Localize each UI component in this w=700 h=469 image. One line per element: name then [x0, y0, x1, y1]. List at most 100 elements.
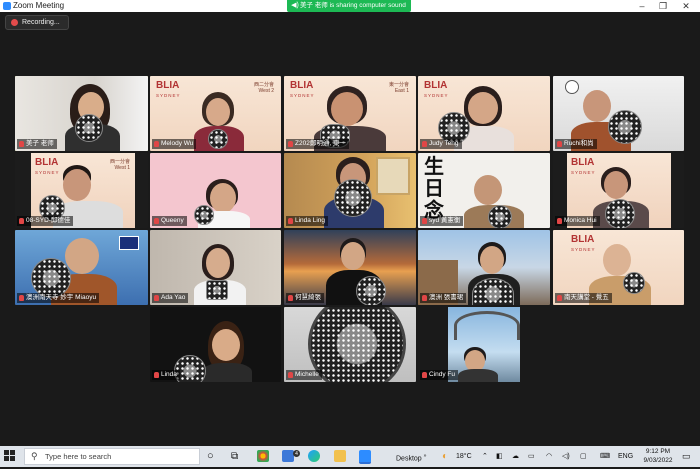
- video-tile[interactable]: BLIA SYDNEY 西二分會 West 2 Melody Wu: [150, 76, 281, 151]
- video-tile[interactable]: Cindy Fu: [418, 307, 550, 382]
- video-tile[interactable]: BLIA SYDNEY Judy Teng: [418, 76, 550, 151]
- mic-muted-icon: [422, 295, 427, 301]
- participant-name: Melody Wu: [152, 139, 197, 149]
- taskbar-search-input[interactable]: ⚲ Type here to search: [24, 448, 200, 465]
- mic-muted-icon: [422, 141, 427, 147]
- video-tile[interactable]: BLIA SYDNEY Monica Hui: [553, 153, 684, 228]
- blia-group-label: 西一分會 West 1: [109, 159, 130, 171]
- video-tile[interactable]: Linda: [150, 307, 281, 382]
- mandala-coaster: [623, 272, 645, 294]
- recording-label: Recording...: [22, 19, 60, 26]
- mandala-coaster: [356, 276, 386, 305]
- mandala-coaster: [472, 278, 514, 305]
- video-tile[interactable]: 生日念 syd 黃憲衡: [418, 153, 550, 228]
- participant-name: Linda Ling: [286, 216, 328, 226]
- mandala-coaster: [208, 129, 228, 149]
- blia-logo: BLIA SYDNEY: [424, 80, 449, 99]
- mandala-coaster: [31, 258, 71, 298]
- mic-muted-icon: [422, 218, 427, 224]
- video-tile[interactable]: Ada Yao: [150, 230, 281, 305]
- volume-icon[interactable]: ◁): [562, 446, 570, 467]
- zoom-taskbar-icon[interactable]: [359, 450, 371, 464]
- participant-name: Cindy Fu: [420, 370, 459, 380]
- keyboard-icon[interactable]: ⌨: [600, 446, 610, 467]
- clock[interactable]: 9:12 PM 9/03/2022: [640, 448, 676, 465]
- participant-name: 澳洲南天寺 妙宇 Miaoyu: [17, 293, 100, 303]
- chrome-icon[interactable]: [257, 450, 269, 462]
- task-view-icon[interactable]: ⧉: [231, 446, 238, 467]
- participant-name: Ruchi和尚: [555, 139, 597, 149]
- mandala-coaster: [488, 205, 512, 228]
- zoom-app-icon: [3, 2, 11, 10]
- maximize-button[interactable]: ❐: [653, 0, 673, 12]
- mic-muted-icon: [288, 295, 293, 301]
- mic-muted-icon: [19, 218, 24, 224]
- participant-name: Queeny: [152, 216, 187, 226]
- mic-muted-icon: [19, 295, 24, 301]
- chevron-up-icon[interactable]: ⌃: [482, 446, 488, 467]
- video-tile[interactable]: 何慧綺張: [284, 230, 416, 305]
- tray-icon[interactable]: ◧: [496, 446, 503, 467]
- file-explorer-icon[interactable]: [334, 450, 346, 462]
- video-tile[interactable]: Michelle: [284, 307, 416, 382]
- blia-logo: BLIA SYDNEY: [35, 157, 60, 176]
- video-tile[interactable]: 美子 老师: [15, 76, 148, 151]
- sharing-sound-text: 美子 老师 is sharing computer sound: [300, 2, 406, 9]
- video-tile[interactable]: 澳洲南天寺 妙宇 Miaoyu: [15, 230, 148, 305]
- blia-group-label: 西二分會 West 2: [253, 82, 274, 94]
- mandala-coaster: [194, 205, 214, 225]
- tray-icon[interactable]: ▢: [580, 446, 587, 467]
- video-tile[interactable]: Ruchi和尚: [553, 76, 684, 151]
- participant-name: Judy Teng: [420, 139, 462, 149]
- participant-name: 美子 老师: [17, 139, 57, 149]
- mic-muted-icon: [154, 141, 159, 147]
- close-button[interactable]: ✕: [676, 0, 696, 12]
- participant-name: 08-SYD-邱德佳: [17, 216, 74, 226]
- video-tile[interactable]: Linda Ling: [284, 153, 416, 228]
- speaker-icon: ◀): [291, 2, 299, 9]
- windows-start-button[interactable]: [4, 450, 16, 462]
- video-tile[interactable]: 澳洲 張書珺: [418, 230, 550, 305]
- search-icon: ⚲: [31, 451, 38, 461]
- australia-flag: [119, 236, 139, 250]
- video-tile[interactable]: BLIA SYDNEY 西一分會 West 1 08-SYD-邱德佳: [15, 153, 148, 228]
- windows-taskbar: ⚲ Type here to search ○ ⧉ 4 Desktop » ◐ …: [0, 446, 700, 467]
- video-tile[interactable]: BLIA SYDNEY 東一分會 East 1 Z202鄭明通, 東一: [284, 76, 416, 151]
- weather-icon[interactable]: ◐: [442, 446, 448, 467]
- clock-time: 9:12 PM: [645, 448, 671, 455]
- mic-muted-icon: [288, 372, 293, 378]
- recording-indicator[interactable]: Recording...: [5, 15, 69, 30]
- mic-muted-icon: [557, 295, 562, 301]
- cloud-record-icon: [11, 19, 18, 26]
- edge-icon[interactable]: [308, 450, 320, 462]
- video-tile[interactable]: Queeny: [150, 153, 281, 228]
- notification-icon[interactable]: ▭: [682, 446, 691, 467]
- language-indicator[interactable]: ENG: [618, 446, 633, 467]
- clock-date: 9/03/2022: [643, 456, 673, 464]
- harbour-bridge: [454, 311, 520, 340]
- cortana-icon[interactable]: ○: [207, 446, 214, 467]
- wifi-icon[interactable]: ◠: [546, 446, 552, 467]
- mandala-coaster: [206, 280, 228, 300]
- blia-logo: BLIA SYDNEY: [290, 80, 315, 99]
- weather-temperature[interactable]: 18°C: [456, 446, 472, 467]
- blia-logo: BLIA SYDNEY: [156, 80, 181, 99]
- desktop-toolbar[interactable]: Desktop »: [396, 446, 426, 469]
- participant-name: Z202鄭明通, 東一: [286, 139, 349, 149]
- onedrive-icon[interactable]: ☁: [512, 446, 519, 467]
- mandala-coaster: [605, 199, 635, 228]
- mic-muted-icon: [154, 295, 159, 301]
- mic-muted-icon: [557, 218, 562, 224]
- mandala-coaster: [334, 179, 372, 217]
- battery-icon[interactable]: ▭: [528, 446, 535, 467]
- participant-name: Linda: [152, 370, 180, 380]
- calligraphy-scroll: 生日念: [424, 154, 444, 222]
- minimize-button[interactable]: –: [632, 0, 652, 12]
- sharing-sound-banner[interactable]: ◀)美子 老师 is sharing computer sound: [287, 0, 411, 12]
- participant-name: Michelle: [286, 370, 322, 380]
- video-tile[interactable]: BLIA SYDNEY 南天講堂 - 覺五: [553, 230, 684, 305]
- participant-name: 何慧綺張: [286, 293, 324, 303]
- mic-muted-icon: [557, 141, 562, 147]
- participant-name: syd 黃憲衡: [420, 216, 464, 226]
- blia-group-label: 東一分會 East 1: [388, 82, 409, 94]
